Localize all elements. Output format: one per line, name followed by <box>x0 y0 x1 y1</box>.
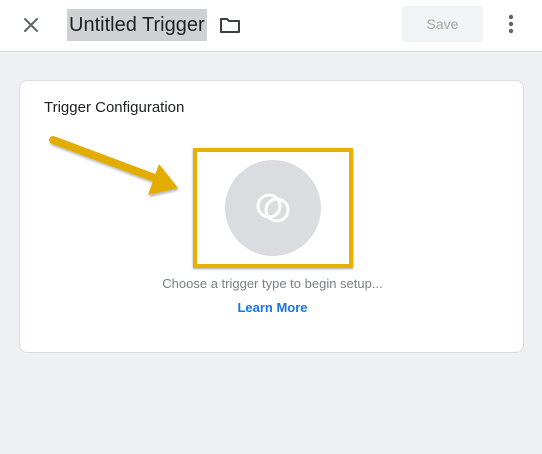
more-options-button[interactable] <box>499 12 523 36</box>
save-button[interactable]: Save <box>402 6 483 42</box>
choose-trigger-type-button[interactable] <box>193 148 353 268</box>
learn-more-link[interactable]: Learn More <box>237 300 307 315</box>
close-button[interactable] <box>18 12 44 38</box>
card-title: Trigger Configuration <box>44 99 185 116</box>
learn-more-container: Learn More <box>20 300 525 315</box>
trigger-type-placeholder <box>225 160 321 256</box>
trigger-configuration-card: Trigger Configuration Choose a trigger t… <box>19 80 524 353</box>
trigger-editor-header: Untitled Trigger Save <box>0 0 542 52</box>
trigger-hint-text: Choose a trigger type to begin setup... <box>162 276 383 291</box>
folder-icon <box>220 18 240 33</box>
annotation-arrow-icon <box>49 136 178 195</box>
trigger-type-icon <box>256 193 290 223</box>
trigger-name-field[interactable]: Untitled Trigger <box>67 9 207 41</box>
trigger-name-text[interactable]: Untitled Trigger <box>69 9 205 41</box>
close-icon <box>24 18 38 32</box>
more-vert-icon <box>508 14 514 34</box>
folder-button[interactable] <box>218 13 242 37</box>
